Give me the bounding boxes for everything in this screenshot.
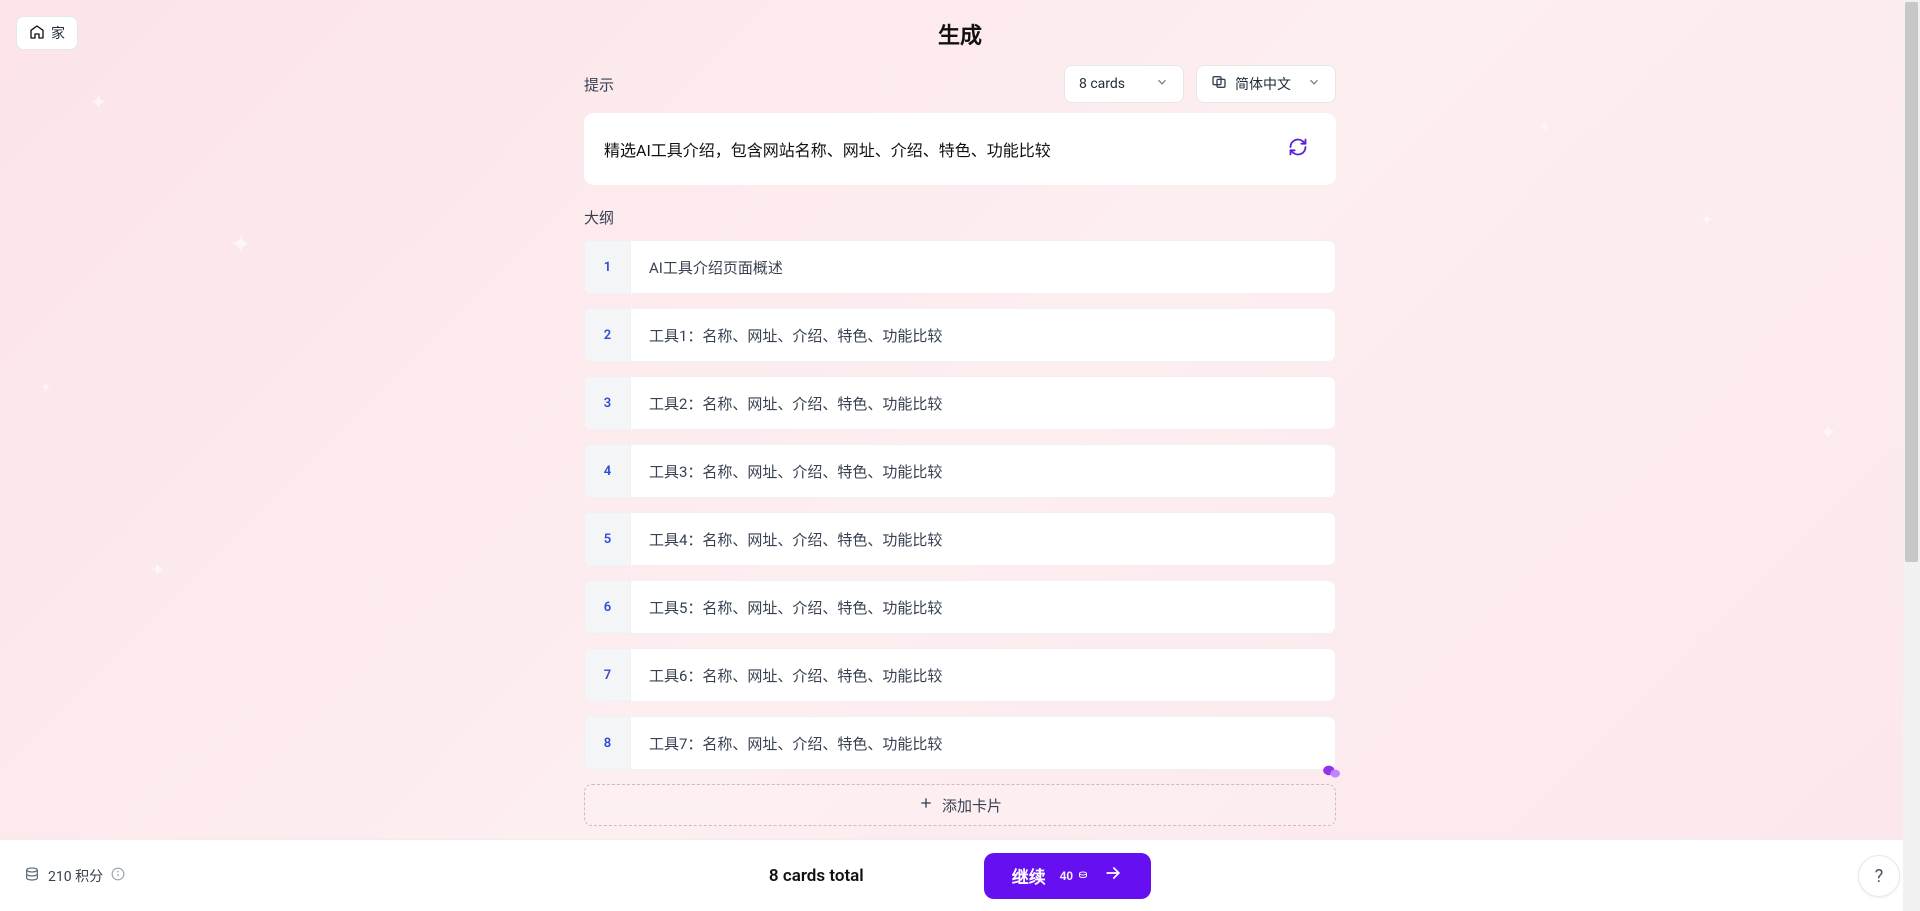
credits-display[interactable]: 210 积分: [24, 866, 125, 886]
outline-item-text[interactable]: 工具1：名称、网址、介绍、特色、功能比较: [631, 309, 1335, 361]
outline-item[interactable]: 1AI工具介绍页面概述: [584, 240, 1336, 294]
wechat-icon: [1322, 764, 1342, 784]
plus-icon: [918, 795, 934, 815]
outline-item-text[interactable]: 工具5：名称、网址、介绍、特色、功能比较: [631, 581, 1335, 633]
footer-bar: 210 积分 8 cards total 继续 40: [0, 839, 1920, 911]
scrollbar-thumb[interactable]: [1905, 2, 1918, 562]
outline-item-number: 1: [585, 241, 631, 293]
outline-item[interactable]: 2工具1：名称、网址、介绍、特色、功能比较: [584, 308, 1336, 362]
continue-button[interactable]: 继续 40: [984, 853, 1151, 899]
add-card-label: 添加卡片: [942, 795, 1002, 816]
coins-icon: [24, 866, 40, 886]
refresh-icon: [1288, 137, 1308, 161]
arrow-right-icon: [1103, 863, 1123, 888]
outline-item[interactable]: 6工具5：名称、网址、介绍、特色、功能比较: [584, 580, 1336, 634]
outline-item-text[interactable]: 工具7：名称、网址、介绍、特色、功能比较: [631, 717, 1335, 769]
outline-item-text[interactable]: 工具4：名称、网址、介绍、特色、功能比较: [631, 513, 1335, 565]
help-button[interactable]: ?: [1858, 855, 1900, 897]
chevron-down-icon: [1155, 75, 1169, 93]
cards-select-value: 8 cards: [1079, 76, 1125, 92]
help-label: ?: [1875, 866, 1884, 887]
outline-item-number: 3: [585, 377, 631, 429]
outline-item-text[interactable]: 工具6：名称、网址、介绍、特色、功能比较: [631, 649, 1335, 701]
scrollbar[interactable]: [1903, 0, 1920, 911]
outline-item[interactable]: 4工具3：名称、网址、介绍、特色、功能比较: [584, 444, 1336, 498]
outline-item-number: 4: [585, 445, 631, 497]
language-select[interactable]: 简体中文: [1196, 65, 1336, 103]
outline-list: 1AI工具介绍页面概述2工具1：名称、网址、介绍、特色、功能比较3工具2：名称、…: [584, 240, 1336, 770]
add-card-button[interactable]: 添加卡片: [584, 784, 1336, 826]
outline-item-number: 8: [585, 717, 631, 769]
outline-item-number: 2: [585, 309, 631, 361]
cards-total: 8 cards total: [769, 866, 864, 886]
page-title: 生成: [938, 18, 982, 50]
continue-cost: 40: [1060, 869, 1089, 883]
outline-item[interactable]: 8工具7：名称、网址、介绍、特色、功能比较: [584, 716, 1336, 770]
home-label: 家: [51, 23, 65, 43]
outline-label: 大纲: [584, 207, 1336, 228]
translate-icon: [1211, 74, 1227, 94]
prompt-box: 精选AI工具介绍，包含网站名称、网址、介绍、特色、功能比较: [584, 113, 1336, 185]
outline-item-text[interactable]: AI工具介绍页面概述: [631, 241, 1335, 293]
home-button[interactable]: 家: [16, 16, 78, 50]
credits-text: 210 积分: [48, 866, 103, 886]
prompt-label: 提示: [584, 74, 614, 95]
outline-item-text[interactable]: 工具2：名称、网址、介绍、特色、功能比较: [631, 377, 1335, 429]
outline-item[interactable]: 5工具4：名称、网址、介绍、特色、功能比较: [584, 512, 1336, 566]
home-icon: [29, 24, 45, 43]
continue-label: 继续: [1012, 863, 1046, 888]
outline-item-number: 7: [585, 649, 631, 701]
cards-select[interactable]: 8 cards: [1064, 65, 1184, 103]
outline-item[interactable]: 7工具6：名称、网址、介绍、特色、功能比较: [584, 648, 1336, 702]
prompt-input[interactable]: 精选AI工具介绍，包含网站名称、网址、介绍、特色、功能比较: [604, 137, 1280, 161]
outline-item-number: 6: [585, 581, 631, 633]
outline-item-text[interactable]: 工具3：名称、网址、介绍、特色、功能比较: [631, 445, 1335, 497]
info-icon: [111, 867, 125, 885]
chevron-down-icon: [1307, 75, 1321, 93]
outline-item-number: 5: [585, 513, 631, 565]
outline-item[interactable]: 3工具2：名称、网址、介绍、特色、功能比较: [584, 376, 1336, 430]
language-select-value: 简体中文: [1235, 74, 1291, 94]
regenerate-button[interactable]: [1280, 131, 1316, 167]
